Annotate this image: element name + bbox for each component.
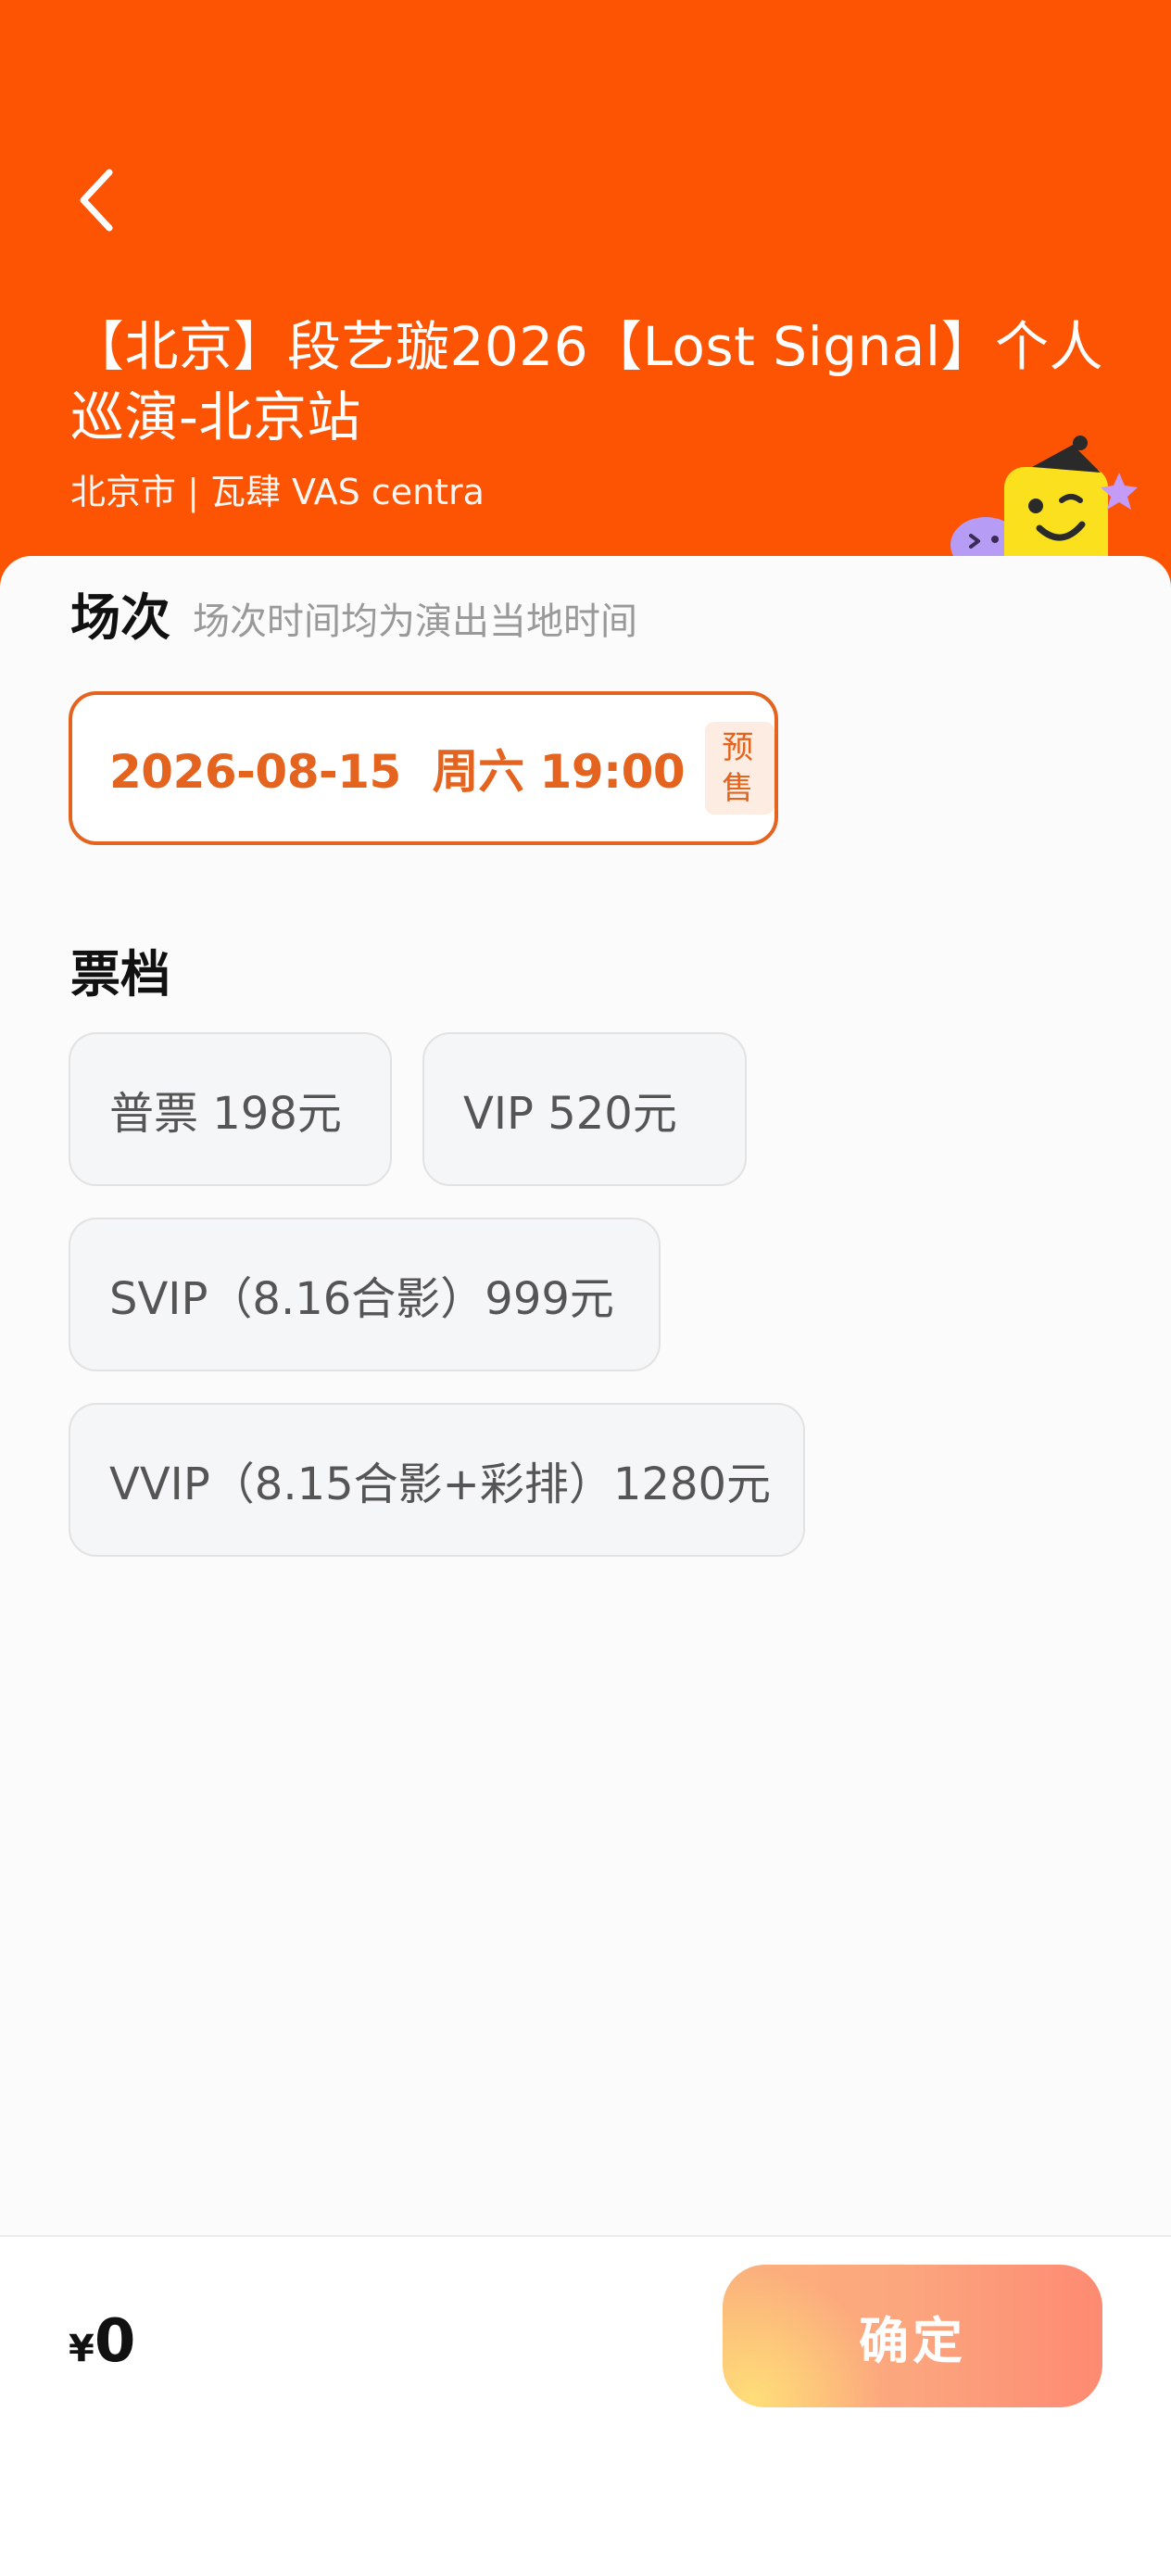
tier-label: 普票 198元	[109, 1088, 342, 1140]
total-price: ¥ 0	[69, 2307, 135, 2376]
session-option-selected[interactable]: 2026-08-15 周六 19:00 预售	[69, 691, 778, 845]
tier-section-title: 票档	[70, 945, 170, 1004]
tier-label: SVIP（8.16合影）999元	[109, 1273, 614, 1325]
event-title: 【北京】段艺璇2026【Lost Signal】个人巡演-北京站	[70, 315, 1103, 448]
confirm-button[interactable]: 确定	[723, 2265, 1102, 2407]
price-amount: 0	[94, 2307, 136, 2376]
tier-label: VIP 520元	[463, 1088, 677, 1140]
session-datetime: 2026-08-15 周六 19:00	[109, 745, 686, 799]
event-venue: 北京市 | 瓦肆 VAS centra	[70, 472, 485, 512]
session-section-title: 场次	[70, 588, 170, 647]
presale-badge: 预售	[705, 722, 774, 814]
tier-option-svip[interactable]: SVIP（8.16合影）999元	[69, 1218, 661, 1371]
tier-option-vip[interactable]: VIP 520元	[422, 1032, 747, 1186]
back-button[interactable]	[69, 163, 124, 237]
mascot-illustration	[951, 436, 1138, 575]
back-arrow-icon	[80, 169, 113, 232]
session-time-hint: 场次时间均为演出当地时间	[193, 600, 637, 643]
event-header: 【北京】段艺璇2026【Lost Signal】个人巡演-北京站 北京市 | 瓦…	[0, 0, 1171, 593]
tier-label: VVIP（8.15合影+彩排）1280元	[109, 1458, 772, 1510]
currency-symbol: ¥	[69, 2328, 94, 2370]
ticket-selection-page: 【北京】段艺璇2026【Lost Signal】个人巡演-北京站 北京市 | 瓦…	[0, 0, 1171, 2576]
tier-option-vvip[interactable]: VVIP（8.15合影+彩排）1280元	[69, 1403, 805, 1557]
tier-option-regular[interactable]: 普票 198元	[69, 1032, 392, 1186]
